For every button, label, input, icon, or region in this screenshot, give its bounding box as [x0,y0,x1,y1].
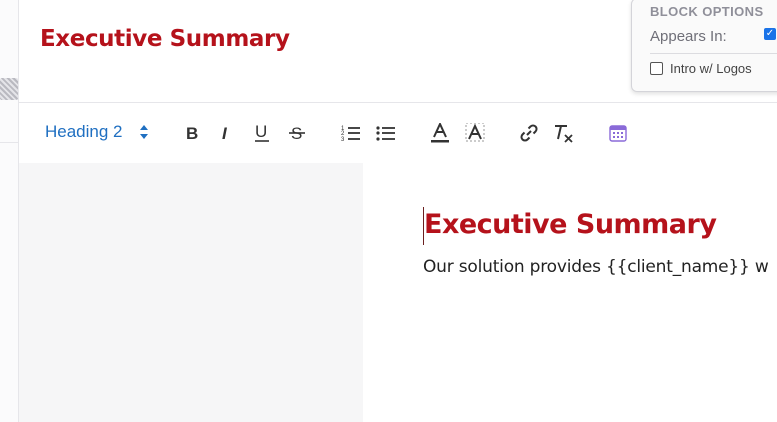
intro-logos-option[interactable]: Intro w/ Logos [650,61,752,76]
svg-text:I: I [222,124,228,142]
appears-in-checkbox[interactable]: ✓ [764,28,776,40]
intro-logos-checkbox[interactable] [650,62,663,75]
sort-arrows-icon[interactable] [139,123,149,141]
editor-page[interactable] [363,163,777,422]
bullet-list-icon[interactable] [375,121,397,145]
appears-in-label: Appears In: [650,28,727,45]
text-color-icon[interactable] [429,121,451,145]
strikethrough-icon[interactable]: S [286,121,308,145]
intro-logos-label: Intro w/ Logos [670,61,752,76]
block-options-panel: BLOCK OPTIONS Appears In: ✓ Intro w/ Log… [631,0,777,92]
drag-handle[interactable] [0,78,18,100]
style-select[interactable]: Heading 2 [45,122,123,142]
italic-icon[interactable]: I [216,121,238,145]
svg-text:U: U [255,123,267,141]
clear-format-icon[interactable] [553,121,575,145]
link-icon[interactable] [518,121,540,145]
underline-icon[interactable]: U [251,121,273,145]
bold-icon[interactable]: B [182,121,204,145]
highlight-icon[interactable] [464,121,486,145]
svg-text:3: 3 [341,137,345,142]
divider [0,142,18,143]
document-body-text[interactable]: Our solution provides {{client_name}} w [423,257,769,277]
left-panel-strip [0,0,19,422]
document-heading[interactable]: Executive Summary [424,209,717,240]
divider [650,53,777,54]
editor-gutter [19,163,363,422]
calendar-icon[interactable] [607,121,629,145]
block-options-title: BLOCK OPTIONS [650,4,764,19]
page-title: Executive Summary [40,26,290,52]
ordered-list-icon[interactable]: 1 2 3 [340,121,362,145]
svg-text:B: B [186,124,198,142]
editor-toolbar: Heading 2 B I U S 1 2 3 [19,102,777,164]
